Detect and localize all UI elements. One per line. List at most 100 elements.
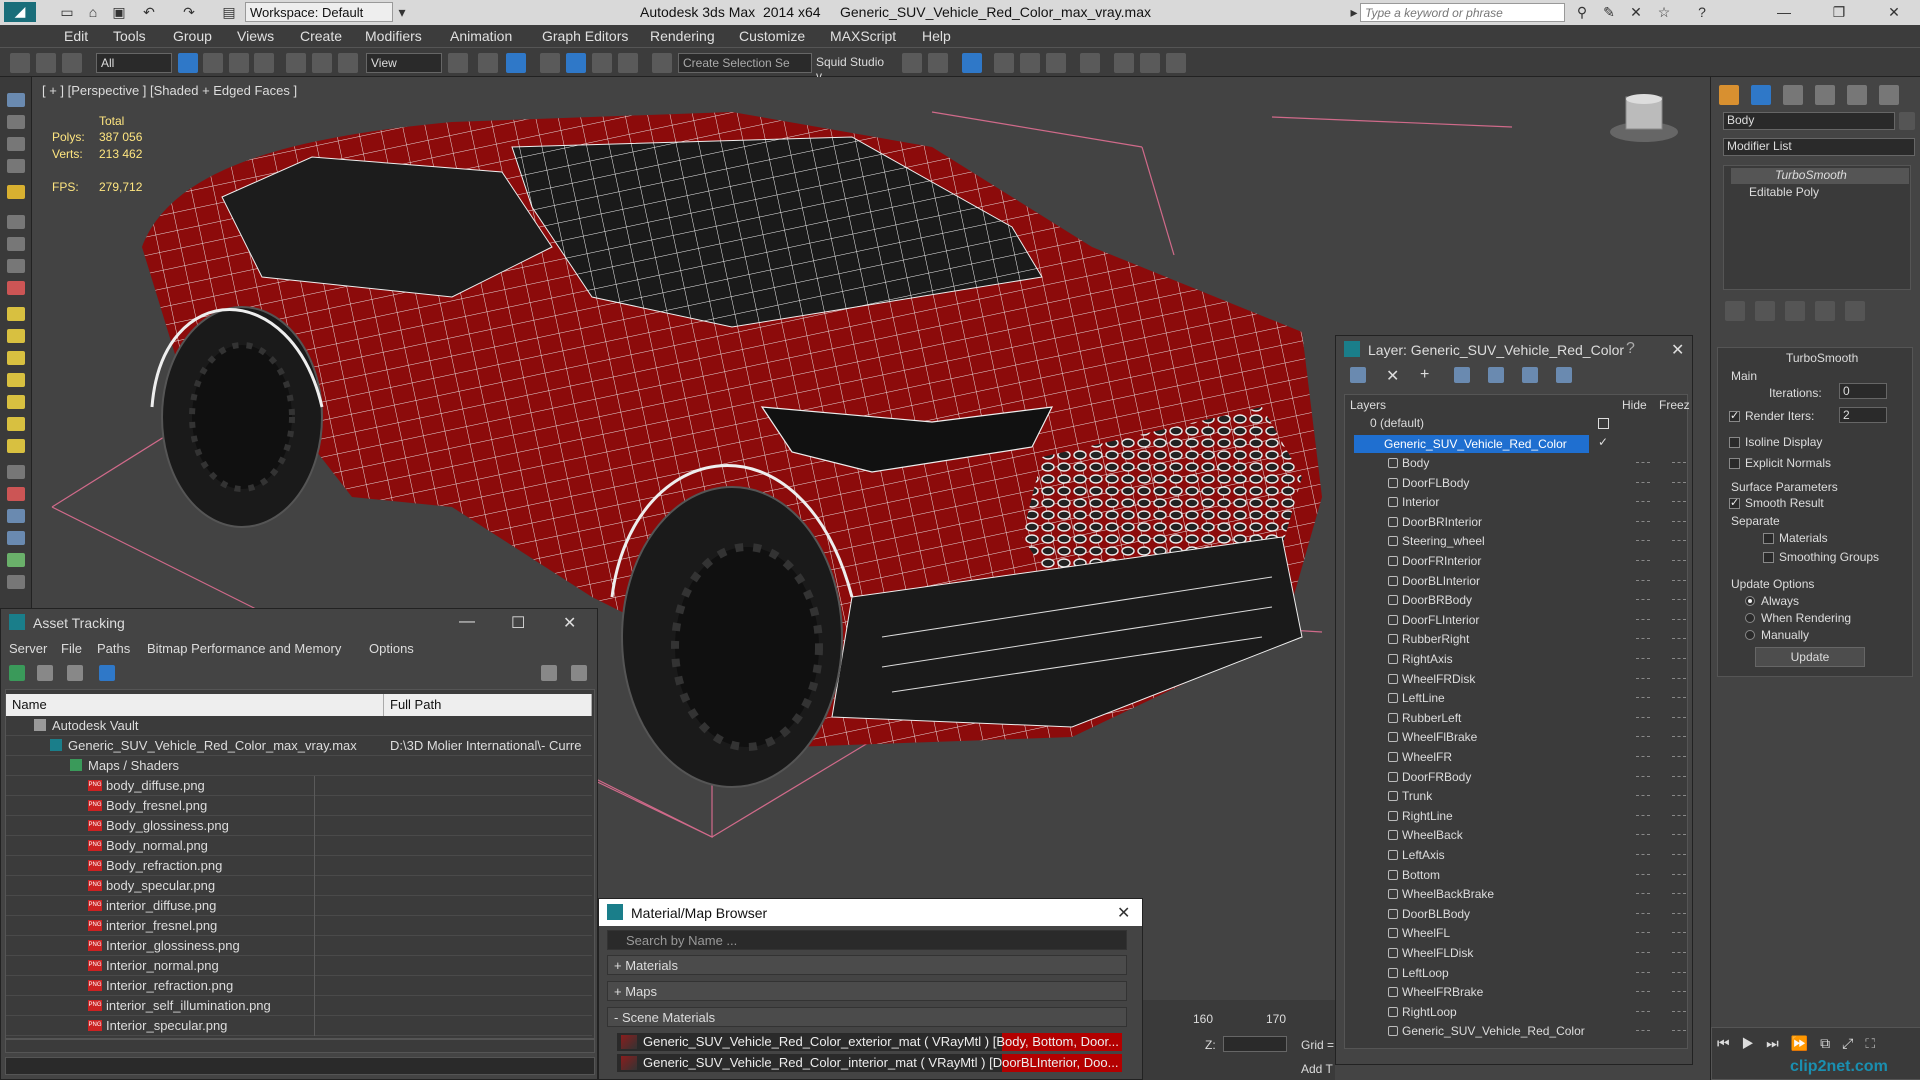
tool-icon-4[interactable] xyxy=(7,159,25,173)
layer-object-row[interactable]: WheelFLDisk xyxy=(1346,944,1690,963)
hide-toggle[interactable] xyxy=(1636,756,1650,758)
layer-object-row[interactable]: Generic_SUV_Vehicle_Red_Color xyxy=(1346,1022,1690,1041)
asset-menu-options[interactable]: Options xyxy=(369,641,414,656)
menu-graph-editors[interactable]: Graph Editors xyxy=(542,28,628,44)
layer-object-row[interactable]: WheelFRBrake xyxy=(1346,983,1690,1002)
workspace-dropdown[interactable]: Workspace: Default xyxy=(245,2,393,22)
vault-row[interactable]: Autodesk Vault xyxy=(6,716,592,736)
asset-maximize-button[interactable]: ☐ xyxy=(511,613,525,633)
render-setup-icon[interactable] xyxy=(1114,53,1134,73)
material-search-input[interactable]: Search by Name ... xyxy=(607,930,1127,950)
hide-toggle[interactable] xyxy=(1636,618,1650,621)
curve-editor-icon[interactable] xyxy=(1020,53,1040,73)
layer-object-row[interactable]: LeftLoop xyxy=(1346,964,1690,983)
maps-section[interactable]: + Maps xyxy=(607,981,1127,1001)
hide-toggle[interactable] xyxy=(1636,814,1650,817)
hierarchy-tab-icon[interactable] xyxy=(1783,85,1803,105)
create-tab-icon[interactable] xyxy=(1719,85,1739,105)
freeze-toggle[interactable] xyxy=(1672,618,1686,621)
schematic-view-icon[interactable] xyxy=(1046,53,1066,73)
freeze-toggle[interactable] xyxy=(1672,834,1686,836)
subscription-icon[interactable]: ✎ xyxy=(1600,3,1618,21)
make-unique-icon[interactable] xyxy=(1785,301,1805,321)
map-file-row[interactable]: PNG Body_fresnel.png xyxy=(6,796,592,816)
hide-toggle[interactable] xyxy=(1636,775,1650,778)
freeze-toggle[interactable] xyxy=(1672,1030,1686,1032)
asset-menu-paths[interactable]: Paths xyxy=(97,641,130,656)
asset-menu-server[interactable]: Server xyxy=(9,641,47,656)
freeze-toggle[interactable] xyxy=(1672,716,1686,719)
bind-space-warp-icon[interactable] xyxy=(62,53,82,73)
keyboard-shortcut-override-icon[interactable] xyxy=(506,53,526,73)
z-coordinate-input[interactable] xyxy=(1223,1036,1287,1052)
layer-object-row[interactable]: Interior xyxy=(1346,493,1690,512)
layer-default-row[interactable]: 0 (default) xyxy=(1346,416,1690,435)
remove-modifier-icon[interactable] xyxy=(1815,301,1835,321)
layer-object-row[interactable]: DoorFLInterior xyxy=(1346,611,1690,630)
scale-icon[interactable] xyxy=(338,53,358,73)
freeze-toggle[interactable] xyxy=(1672,501,1686,503)
dropdown-arrow-icon[interactable]: ▾ xyxy=(393,3,411,21)
add-layer-icon[interactable]: + xyxy=(1420,366,1429,384)
col-name-header[interactable]: Name xyxy=(6,694,384,716)
render-iters-checkbox[interactable] xyxy=(1729,409,1740,422)
menu-create[interactable]: Create xyxy=(300,28,342,44)
hide-toggle[interactable] xyxy=(1636,462,1650,464)
app-logo-icon[interactable]: ◢ xyxy=(4,2,36,22)
freeze-toggle[interactable] xyxy=(1672,638,1686,640)
map-file-row[interactable]: PNG interior_fresnel.png xyxy=(6,916,592,936)
layer-object-row[interactable]: Body xyxy=(1346,454,1690,473)
freeze-toggle[interactable] xyxy=(1672,893,1686,895)
layer-active-row[interactable]: Generic_SUV_Vehicle_Red_Color ✓ xyxy=(1346,435,1690,454)
iterations-spinner[interactable]: 0 xyxy=(1839,383,1887,399)
freeze-toggle[interactable] xyxy=(1672,697,1686,699)
freeze-toggle[interactable] xyxy=(1672,971,1686,974)
menu-rendering[interactable]: Rendering xyxy=(650,28,715,44)
col-full-path-header[interactable]: Full Path xyxy=(384,694,592,716)
material-item-exterior[interactable]: Generic_SUV_Vehicle_Red_Color_exterior_m… xyxy=(617,1033,1122,1051)
hide-toggle[interactable] xyxy=(1636,501,1650,503)
reference-coordinate-dropdown[interactable]: View xyxy=(366,53,442,73)
rendered-frame-window-icon[interactable] xyxy=(1140,53,1160,73)
map-file-row[interactable]: PNG body_diffuse.png xyxy=(6,776,592,796)
freeze-toggle[interactable] xyxy=(1672,756,1686,758)
stack-item-turbosmooth[interactable]: TurboSmooth xyxy=(1731,168,1909,184)
menu-tools[interactable]: Tools xyxy=(113,28,146,44)
layer-object-row[interactable]: WheelFRDisk xyxy=(1346,670,1690,689)
hide-toggle[interactable] xyxy=(1636,540,1650,542)
menu-maxscript[interactable]: MAXScript xyxy=(830,28,896,44)
isoline-display-checkbox[interactable] xyxy=(1729,437,1740,448)
layer-object-row[interactable]: RightLine xyxy=(1346,807,1690,826)
move-icon[interactable] xyxy=(286,53,306,73)
freeze-toggle[interactable] xyxy=(1672,814,1686,817)
menu-customize[interactable]: Customize xyxy=(739,28,805,44)
playback-icons[interactable]: ⏮▶⏭⏩⧉⤢⛶ xyxy=(1717,1035,1887,1052)
rectangular-selection-icon[interactable] xyxy=(229,53,249,73)
freeze-toggle[interactable] xyxy=(1672,991,1686,993)
freeze-toggle[interactable] xyxy=(1672,579,1686,582)
percent-snap-icon[interactable] xyxy=(592,53,612,73)
project-folder-icon[interactable]: ▤ xyxy=(220,3,238,21)
snaps-toggle-icon[interactable] xyxy=(540,53,560,73)
unlink-icon[interactable] xyxy=(36,53,56,73)
layer-object-row[interactable]: WheelBackBrake xyxy=(1346,885,1690,904)
tool-icon-13[interactable] xyxy=(7,373,25,387)
layer-tool-icon-3[interactable] xyxy=(1488,367,1504,383)
hide-toggle[interactable] xyxy=(1636,893,1650,895)
maps-group-row[interactable]: Maps / Shaders xyxy=(6,756,592,776)
map-file-row[interactable]: PNG Interior_refraction.png xyxy=(6,976,592,996)
hide-toggle[interactable] xyxy=(1636,932,1650,934)
menu-group[interactable]: Group xyxy=(173,28,212,44)
select-manipulate-icon[interactable] xyxy=(478,53,498,73)
table-view-icon[interactable] xyxy=(99,665,115,681)
tool-icon-1[interactable] xyxy=(7,93,25,107)
asset-minimize-button[interactable]: — xyxy=(459,613,475,631)
layer-object-row[interactable]: Steering_wheel xyxy=(1346,532,1690,551)
layer-object-row[interactable]: Trunk xyxy=(1346,787,1690,806)
hide-toggle[interactable] xyxy=(1636,560,1650,562)
tool-icon-15[interactable] xyxy=(7,417,25,431)
hide-toggle[interactable] xyxy=(1636,697,1650,699)
asset-menu-bitmap-performance[interactable]: Bitmap Performance and Memory xyxy=(147,641,341,656)
pivot-center-icon[interactable] xyxy=(448,53,468,73)
layer-tool-icon-5[interactable] xyxy=(1556,367,1572,383)
